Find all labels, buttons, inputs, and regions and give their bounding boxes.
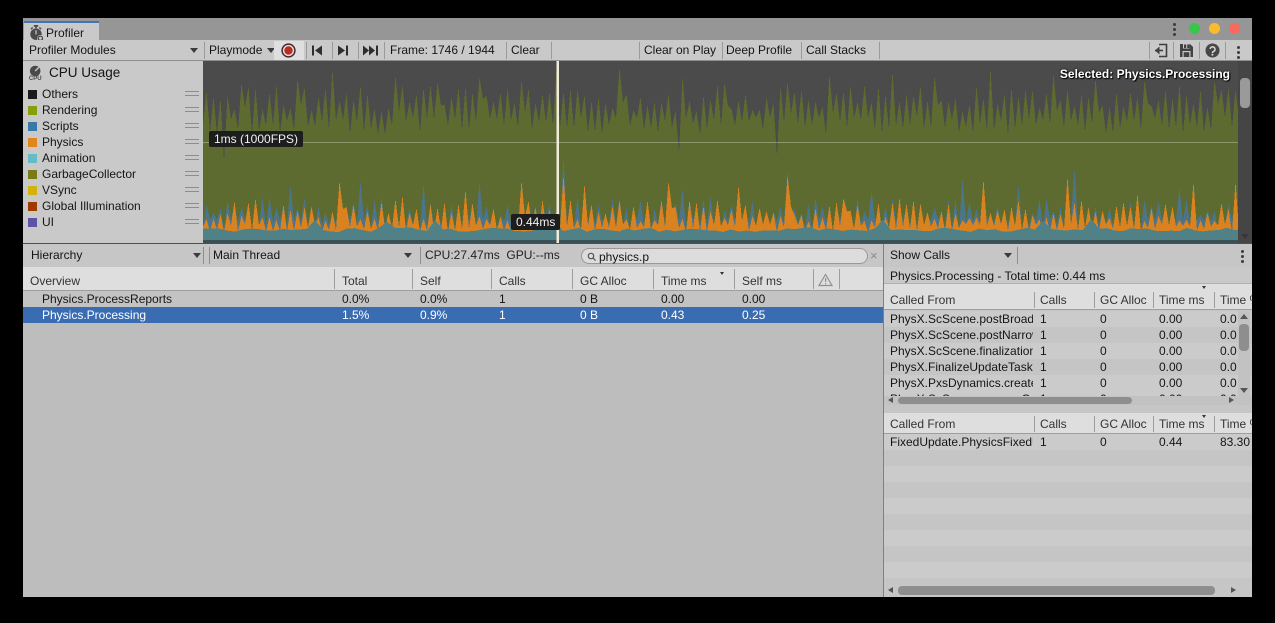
svg-text:CPU: CPU: [29, 76, 42, 81]
